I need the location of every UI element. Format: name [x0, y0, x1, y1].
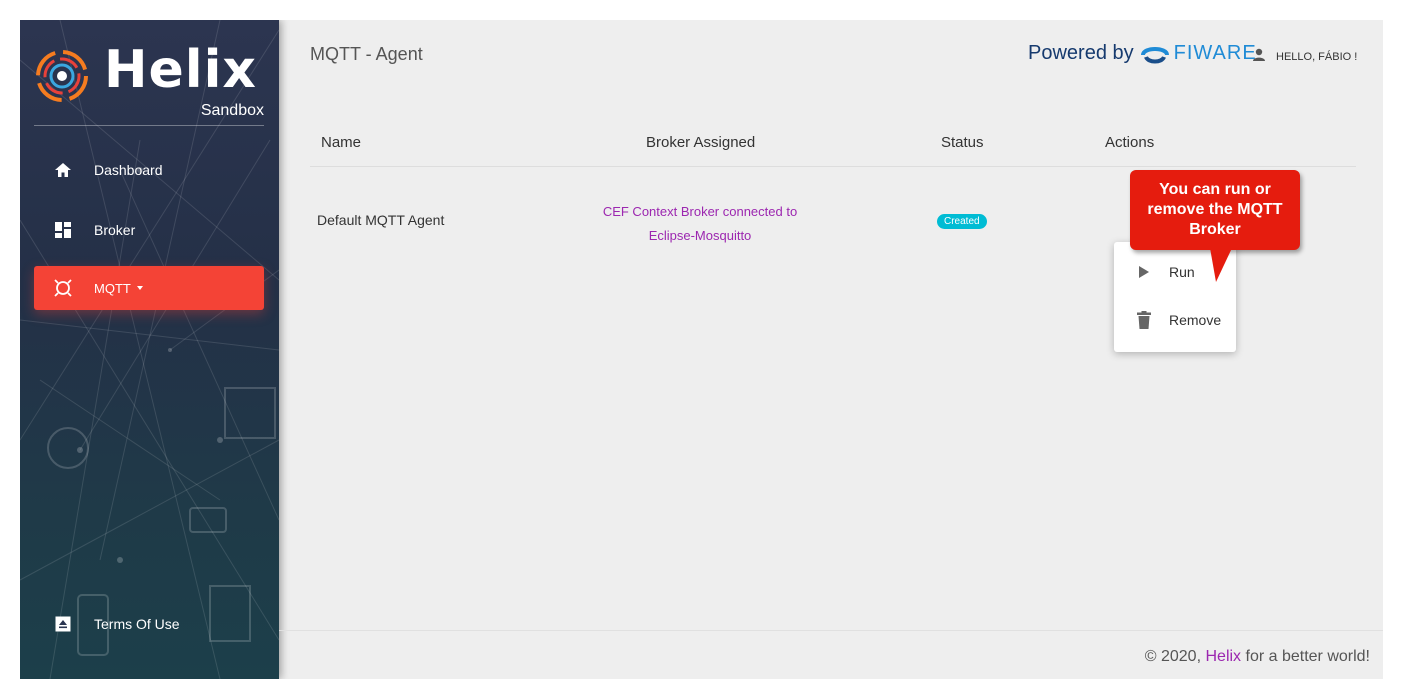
footer: © 2020, Helix for a better world!: [1145, 648, 1370, 666]
callout-line-1: You can run or: [1159, 181, 1271, 198]
broker-line-1: CEF Context Broker connected to: [602, 204, 798, 219]
trash-icon: [1134, 311, 1154, 329]
helix-logo: [36, 50, 88, 102]
sidebar: Helix Sandbox Dashboard Broker MQTT Term…: [20, 20, 279, 679]
column-header-status: Status: [941, 134, 984, 151]
sidebar-item-broker[interactable]: Broker: [34, 208, 264, 252]
tooltip-callout: You can run or remove the MQTT Broker: [1130, 170, 1300, 250]
powered-by-fiware[interactable]: Powered by FIWARE: [1028, 42, 1257, 65]
callout-line-2: remove the MQTT: [1147, 201, 1283, 218]
sidebar-item-label: MQTT: [94, 280, 131, 296]
powered-by-text: Powered by: [1028, 42, 1134, 64]
page-title: MQTT - Agent: [310, 44, 423, 64]
footer-tagline: for a better world!: [1245, 648, 1371, 665]
mqtt-icon: [53, 278, 73, 298]
agent-name-cell: Default MQTT Agent: [317, 212, 445, 228]
menu-item-label: Run: [1169, 264, 1195, 280]
sidebar-item-terms[interactable]: Terms Of Use: [34, 602, 264, 646]
eject-box-icon: [53, 614, 73, 634]
sidebar-item-label: Dashboard: [94, 162, 163, 178]
sidebar-item-label: Terms Of Use: [94, 616, 180, 632]
app-window: Helix Sandbox Dashboard Broker MQTT Term…: [20, 20, 1383, 679]
column-header-name: Name: [321, 134, 362, 151]
table-header-divider: [310, 166, 1356, 167]
footer-divider: [279, 630, 1383, 631]
brand-subtitle: Sandbox: [200, 102, 264, 119]
column-header-broker: Broker Assigned: [646, 134, 756, 151]
fiware-logo-icon: [1140, 46, 1169, 63]
footer-copyright: © 2020,: [1144, 648, 1202, 665]
dashboard-icon: [53, 220, 73, 240]
footer-helix-link[interactable]: Helix: [1205, 648, 1241, 665]
brand-name: Helix: [104, 40, 257, 100]
broker-assigned-link[interactable]: CEF Context Broker connected to Eclipse-…: [580, 200, 820, 248]
person-icon: [1252, 48, 1266, 65]
callout-line-3: Broker: [1189, 221, 1241, 238]
user-greeting: HELLO, FÁBIO !: [1276, 50, 1358, 63]
brand-divider: [34, 125, 264, 126]
fiware-wordmark: FIWARE: [1173, 42, 1257, 64]
brand: Helix Sandbox: [34, 40, 264, 128]
callout-pointer: [1210, 248, 1232, 282]
user-menu[interactable]: HELLO, FÁBIO !: [1252, 48, 1357, 65]
menu-item-label: Remove: [1169, 312, 1222, 328]
caret-down-icon: [136, 286, 143, 290]
home-icon: [53, 160, 73, 180]
sidebar-item-mqtt[interactable]: MQTT: [34, 266, 264, 310]
status-badge: Created: [937, 214, 987, 229]
menu-item-remove[interactable]: Remove: [1114, 298, 1236, 342]
sidebar-item-label: Broker: [94, 222, 136, 238]
play-icon: [1134, 265, 1154, 279]
sidebar-item-dashboard[interactable]: Dashboard: [34, 148, 264, 192]
broker-line-2: Eclipse-Mosquitto: [648, 228, 752, 243]
column-header-actions: Actions: [1105, 134, 1155, 151]
